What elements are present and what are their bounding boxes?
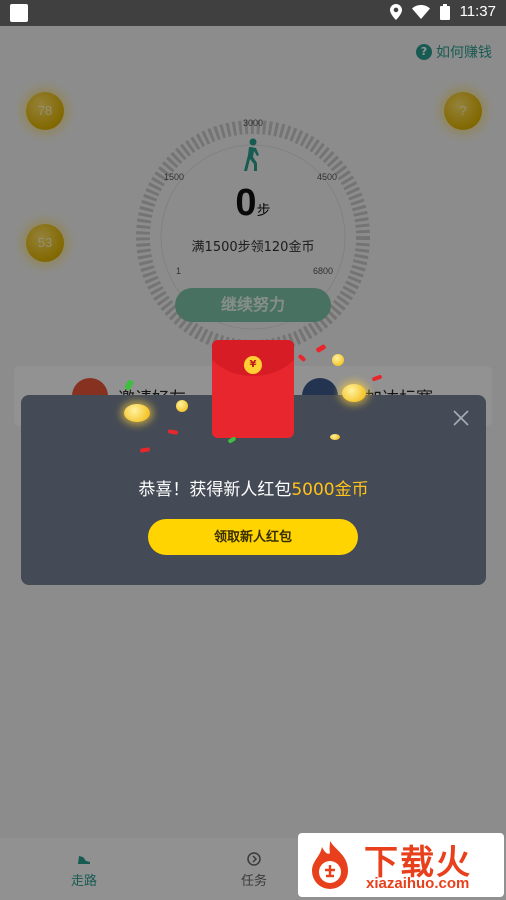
status-bar: 11:37 [0, 0, 506, 26]
claim-bonus-button[interactable]: 领取新人红包 [148, 519, 358, 555]
status-time: 11:37 [459, 3, 496, 20]
watermark-subtitle: xiazaihuo.com [366, 875, 470, 892]
watermark: 下载火 xiazaihuo.com [298, 833, 504, 897]
gold-coin-icon [342, 384, 366, 402]
gold-coin-icon [332, 354, 344, 366]
gold-coin-icon [330, 434, 340, 440]
bonus-message-text: 恭喜！获得新人红包 [138, 480, 292, 500]
gold-coin-icon [124, 404, 150, 422]
app-notification-icon [10, 4, 28, 22]
location-icon [389, 3, 402, 20]
gold-coin-icon [176, 400, 188, 412]
close-icon[interactable] [452, 409, 470, 427]
bonus-amount: 5000金币 [291, 480, 369, 500]
battery-icon [439, 3, 450, 20]
status-icons: 11:37 [389, 3, 496, 20]
envelope-seal: ¥ [244, 356, 262, 374]
red-envelope-icon: ¥ [212, 340, 294, 438]
bonus-message: 恭喜！获得新人红包5000金币 [21, 475, 486, 500]
wifi-icon [411, 4, 430, 19]
fire-logo-icon [312, 841, 348, 889]
